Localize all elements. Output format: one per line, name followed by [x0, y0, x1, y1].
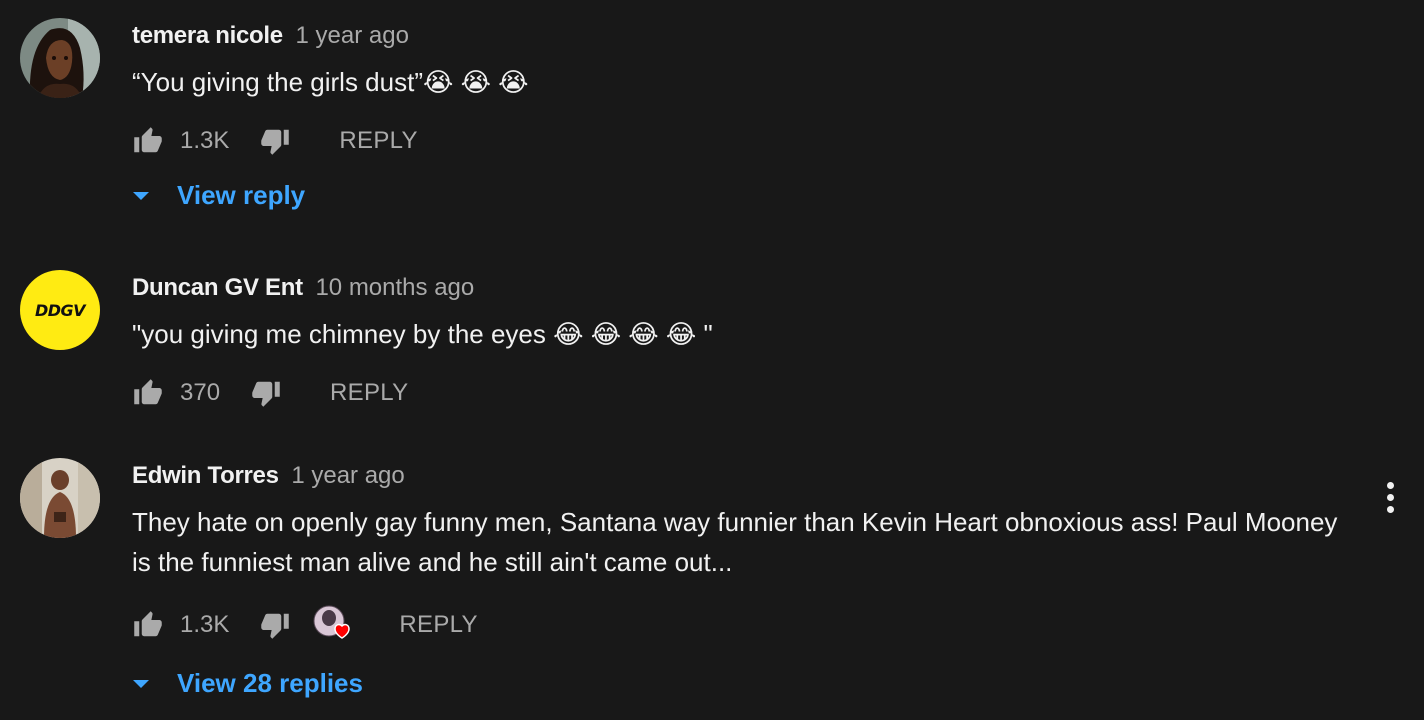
comment-header: temera nicole 1 year ago: [132, 22, 409, 50]
reply-button[interactable]: REPLY: [330, 379, 408, 407]
anime-portrait-avatar-icon: [20, 18, 100, 98]
comment-header: Duncan GV Ent 10 months ago: [132, 274, 474, 302]
author-name[interactable]: Duncan GV Ent: [132, 274, 303, 301]
view-replies-label: View 28 replies: [177, 668, 363, 698]
author-name[interactable]: Edwin Torres: [132, 462, 279, 489]
heart-icon: [313, 605, 351, 639]
comment-timestamp[interactable]: 10 months ago: [315, 274, 474, 301]
comment-actions: 1.3K REPLY: [132, 605, 478, 645]
like-count: 370: [180, 379, 221, 406]
like-count: 1.3K: [180, 127, 230, 154]
thumb-down-icon[interactable]: [259, 125, 291, 157]
avatar[interactable]: [20, 18, 100, 98]
view-replies-button[interactable]: View 28 replies: [132, 668, 363, 699]
comment-text: They hate on openly gay funny men, Santa…: [132, 507, 1338, 577]
more-vert-icon[interactable]: [1376, 477, 1404, 517]
thumb-up-icon[interactable]: [132, 377, 164, 409]
avatar-text: DDGV: [34, 300, 86, 320]
comment-timestamp[interactable]: 1 year ago: [291, 462, 404, 489]
comment-timestamp[interactable]: 1 year ago: [296, 22, 409, 49]
thumb-down-icon[interactable]: [250, 377, 282, 409]
photo-avatar-icon: [20, 458, 100, 538]
caret-down-icon: [133, 191, 149, 200]
thumb-down-icon[interactable]: [259, 609, 291, 641]
comment-text: “You giving the girls dust”😭 😭 😭: [132, 67, 529, 97]
reply-button[interactable]: REPLY: [399, 611, 477, 639]
thumb-up-icon[interactable]: [132, 609, 164, 641]
view-replies-button[interactable]: View reply: [132, 180, 305, 211]
reply-button[interactable]: REPLY: [339, 127, 417, 155]
view-replies-label: View reply: [177, 180, 306, 210]
comment-actions: 1.3K REPLY: [132, 123, 418, 159]
comment-text: "you giving me chimney by the eyes 😂 😂 😂…: [132, 319, 713, 349]
author-name[interactable]: temera nicole: [132, 22, 283, 49]
comment-header: Edwin Torres 1 year ago: [132, 462, 405, 490]
thumb-up-icon[interactable]: [132, 125, 164, 157]
like-count: 1.3K: [180, 611, 230, 638]
avatar[interactable]: [20, 458, 100, 538]
avatar[interactable]: DDGV: [20, 270, 100, 350]
creator-heart: [313, 605, 353, 645]
caret-down-icon: [133, 679, 149, 688]
comment-actions: 370 REPLY: [132, 375, 408, 411]
